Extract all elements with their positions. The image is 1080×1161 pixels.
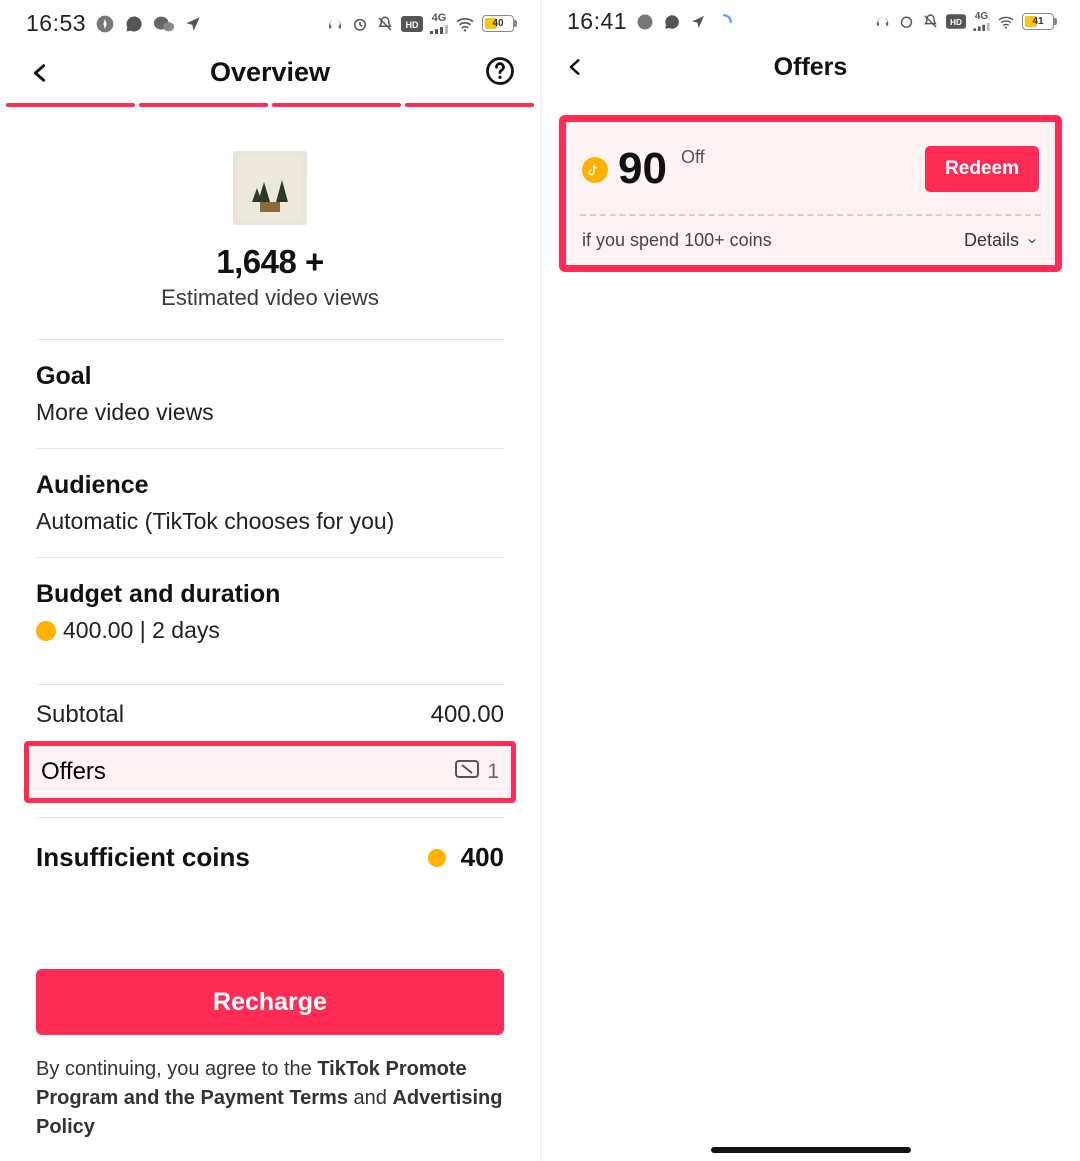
- spinner-icon: [715, 13, 733, 31]
- mute-icon: [922, 13, 939, 30]
- hd-icon: HD: [401, 16, 423, 32]
- legal-text: By continuing, you agree to the TikTok P…: [36, 1055, 504, 1160]
- page-title: Overview: [210, 57, 330, 88]
- offers-label: Offers: [41, 758, 106, 786]
- section-goal: Goal More video views: [36, 339, 504, 448]
- compass-icon: [95, 14, 115, 34]
- insufficient-row: Insufficient coins 400: [36, 818, 504, 873]
- progress-segments: [0, 101, 540, 107]
- coin-icon: [36, 621, 56, 641]
- headphones-icon: [874, 13, 891, 30]
- insufficient-label: Insufficient coins: [36, 842, 250, 873]
- page-header: Overview: [0, 43, 540, 101]
- send-icon: [690, 14, 706, 30]
- mute-icon: [376, 15, 394, 33]
- send-icon: [184, 15, 202, 33]
- status-time: 16:53: [26, 10, 86, 37]
- redeem-button[interactable]: Redeem: [925, 146, 1039, 192]
- page-header: Offers: [541, 41, 1080, 93]
- status-bar: 16:41 HD 4G 41: [541, 0, 1080, 41]
- hd-icon: HD: [946, 14, 966, 29]
- estimated-views: 1,648 +: [36, 243, 504, 281]
- video-thumbnail[interactable]: [233, 151, 307, 225]
- goal-value: More video views: [36, 399, 504, 426]
- offers-row[interactable]: Offers 1: [24, 741, 516, 803]
- svg-text:HD: HD: [950, 18, 962, 27]
- budget-title: Budget and duration: [36, 580, 504, 609]
- subtotal-label: Subtotal: [36, 701, 124, 729]
- alarm-icon: [898, 13, 915, 30]
- phone-overview: 16:53 HD 4G 40 Overview: [0, 0, 540, 1161]
- wechat-icon: [153, 14, 175, 34]
- chat-icon: [124, 14, 144, 34]
- svg-text:HD: HD: [406, 20, 419, 30]
- audience-title: Audience: [36, 471, 504, 500]
- battery-icon: 40: [482, 15, 514, 32]
- recharge-button[interactable]: Recharge: [36, 969, 504, 1035]
- offer-condition: if you spend 100+ coins: [582, 230, 772, 251]
- home-indicator[interactable]: [711, 1147, 911, 1153]
- status-time: 16:41: [567, 8, 627, 35]
- coin-icon: [428, 849, 446, 867]
- alarm-icon: [351, 15, 369, 33]
- offer-card[interactable]: 90 Off Redeem if you spend 100+ coins De…: [559, 115, 1062, 272]
- goal-title: Goal: [36, 362, 504, 391]
- signal-icon: 4G: [430, 13, 448, 34]
- headphones-icon: [326, 15, 344, 33]
- budget-value: 400.00 | 2 days: [36, 617, 504, 644]
- subtotal-row: Subtotal 400.00: [36, 684, 504, 745]
- battery-icon: 41: [1022, 13, 1054, 30]
- wifi-icon: [997, 15, 1015, 29]
- help-button[interactable]: [480, 51, 520, 91]
- section-audience: Audience Automatic (TikTok chooses for y…: [36, 448, 504, 557]
- wifi-icon: [455, 16, 475, 32]
- offer-off-label: Off: [681, 147, 705, 168]
- estimated-views-label: Estimated video views: [36, 285, 504, 311]
- section-budget: Budget and duration 400.00 | 2 days: [36, 557, 504, 666]
- subtotal-value: 400.00: [431, 701, 504, 729]
- signal-icon: 4G: [973, 12, 990, 31]
- chevron-down-icon: [1025, 230, 1039, 251]
- coin-icon: [582, 157, 608, 183]
- offer-details-toggle[interactable]: Details: [964, 230, 1039, 251]
- offers-count: 1: [487, 760, 499, 784]
- phone-offers: 16:41 HD 4G 41 Offers: [540, 0, 1080, 1161]
- status-bar: 16:53 HD 4G 40: [0, 0, 540, 43]
- ticket-icon: [455, 760, 479, 784]
- audience-value: Automatic (TikTok chooses for you): [36, 508, 504, 535]
- divider: [580, 214, 1041, 216]
- compass-icon: [636, 13, 654, 31]
- back-button[interactable]: [20, 53, 60, 93]
- insufficient-value: 400: [461, 842, 504, 873]
- offer-amount: 90: [618, 147, 667, 191]
- page-title: Offers: [774, 53, 848, 82]
- chat-icon: [663, 13, 681, 31]
- back-button[interactable]: [555, 47, 595, 87]
